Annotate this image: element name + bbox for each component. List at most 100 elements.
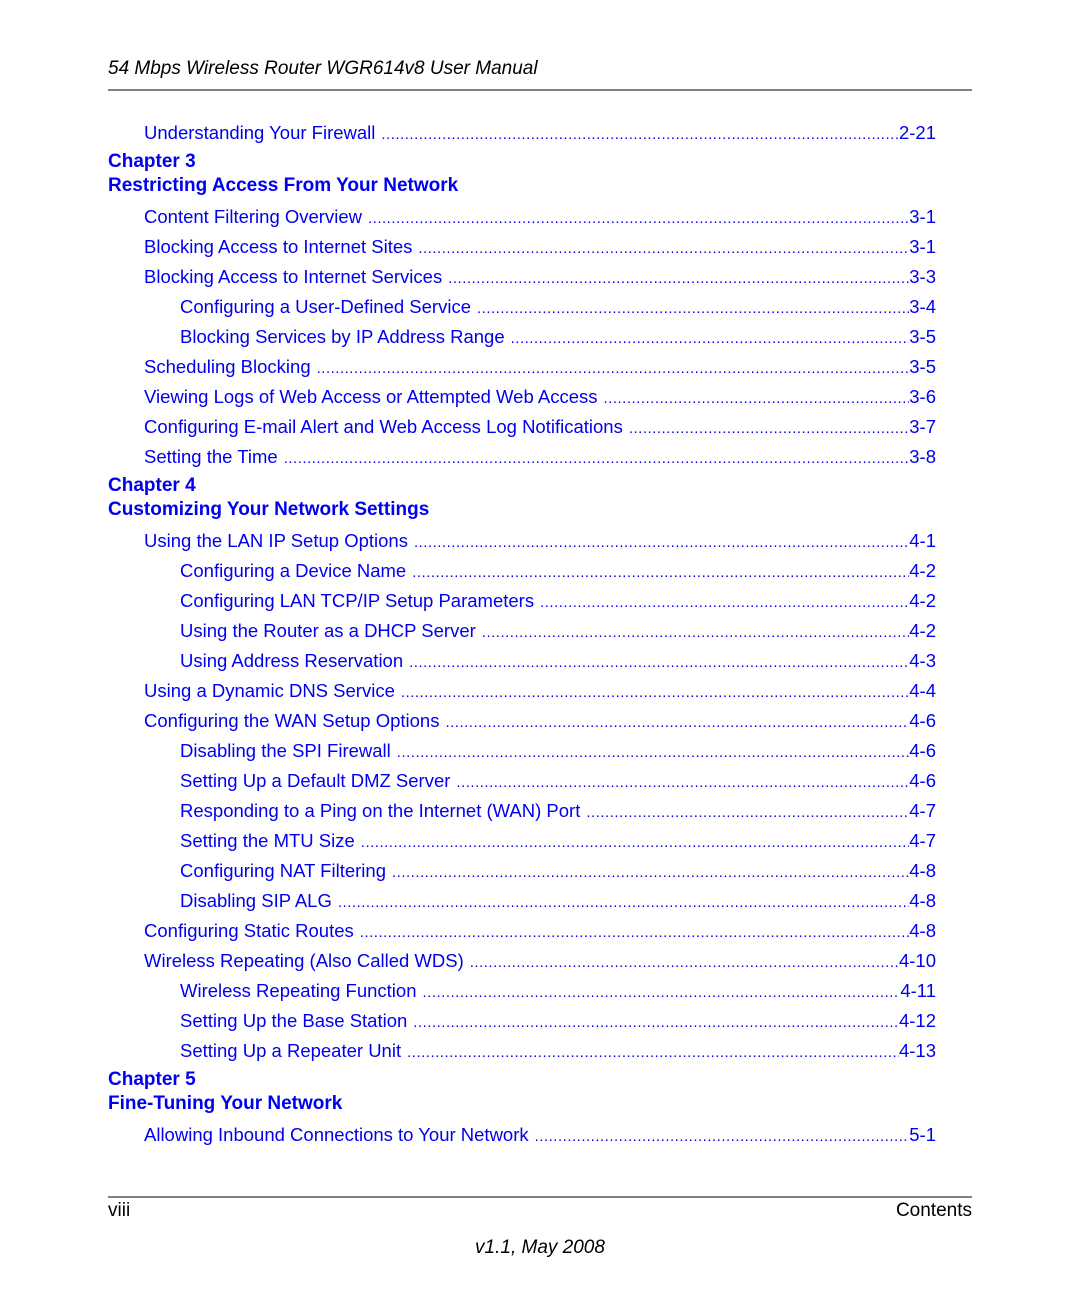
toc-entry-page[interactable]: 4-1 [909, 526, 936, 556]
toc-entry[interactable]: Scheduling Blocking 3-5 [108, 352, 936, 382]
toc-entry-page[interactable]: 2-21 [899, 118, 936, 148]
chapter-title[interactable]: Customizing Your Network Settings [108, 498, 936, 522]
toc-entry-title[interactable]: Blocking Access to Internet Services [144, 262, 448, 292]
toc-entry-page[interactable]: 4-6 [909, 706, 936, 736]
toc-entry[interactable]: Wireless Repeating (Also Called WDS) 4-10 [108, 946, 936, 976]
toc-entry-page[interactable]: 3-6 [909, 382, 936, 412]
toc-entry[interactable]: Configuring E-mail Alert and Web Access … [108, 412, 936, 442]
toc-entry-title[interactable]: Wireless Repeating (Also Called WDS) [144, 946, 470, 976]
toc-entry-page[interactable]: 4-7 [909, 796, 936, 826]
toc-entry-page[interactable]: 4-8 [909, 886, 936, 916]
toc-entry-title[interactable]: Configuring E-mail Alert and Web Access … [144, 412, 629, 442]
toc-entry-page[interactable]: 4-2 [909, 586, 936, 616]
toc-entry-page[interactable]: 4-6 [909, 736, 936, 766]
toc-entry-title[interactable]: Setting the Time [144, 442, 284, 472]
toc-entry[interactable]: Configuring LAN TCP/IP Setup Parameters 4… [108, 586, 936, 616]
toc-entry-title[interactable]: Viewing Logs of Web Access or Attempted … [144, 382, 604, 412]
toc-entry-title[interactable]: Setting Up a Default DMZ Server [180, 766, 456, 796]
chapter-heading[interactable]: Chapter 4 Customizing Your Network Settin… [108, 474, 936, 522]
toc-entry-title[interactable]: Using the LAN IP Setup Options [144, 526, 414, 556]
toc-entry[interactable]: Setting Up the Base Station 4-12 [108, 1006, 936, 1036]
toc-entry-page[interactable]: 3-5 [909, 352, 936, 382]
toc-entry[interactable]: Using a Dynamic DNS Service 4-4 [108, 676, 936, 706]
toc-entry[interactable]: Configuring NAT Filtering 4-8 [108, 856, 936, 886]
toc-entry-page[interactable]: 3-4 [909, 292, 936, 322]
toc-entry-page[interactable]: 4-8 [909, 856, 936, 886]
toc-entry-page[interactable]: 3-1 [909, 232, 936, 262]
toc-entry-title[interactable]: Blocking Access to Internet Sites [144, 232, 418, 262]
dot-leader [540, 588, 909, 618]
toc-entry-title[interactable]: Responding to a Ping on the Internet (WA… [180, 796, 586, 826]
toc-entry-title[interactable]: Configuring a Device Name [180, 556, 412, 586]
toc-entry[interactable]: Wireless Repeating Function 4-11 [108, 976, 936, 1006]
toc-entry[interactable]: Blocking Services by IP Address Range 3-5 [108, 322, 936, 352]
chapter-number[interactable]: Chapter 4 [108, 474, 936, 498]
toc-entry-title[interactable]: Understanding Your Firewall [144, 118, 381, 148]
chapter-title[interactable]: Restricting Access From Your Network [108, 174, 936, 198]
toc-entry-title[interactable]: Configuring a User-Defined Service [180, 292, 477, 322]
toc-entry-title[interactable]: Blocking Services by IP Address Range [180, 322, 511, 352]
toc-entry-title[interactable]: Using Address Reservation [180, 646, 409, 676]
chapter-heading[interactable]: Chapter 3 Restricting Access From Your Ne… [108, 150, 936, 198]
toc-entry-title[interactable]: Setting the MTU Size [180, 826, 361, 856]
dot-leader [412, 558, 909, 588]
toc-entry[interactable]: Setting the Time 3-8 [108, 442, 936, 472]
toc-entry[interactable]: Understanding Your Firewall 2-21 [108, 118, 936, 148]
toc-entry[interactable]: Configuring a Device Name 4-2 [108, 556, 936, 586]
toc-entry-page[interactable]: 4-13 [899, 1036, 936, 1066]
toc-entry-page[interactable]: 3-1 [909, 202, 936, 232]
toc-entry[interactable]: Blocking Access to Internet Sites 3-1 [108, 232, 936, 262]
toc-entry[interactable]: Configuring a User-Defined Service 3-4 [108, 292, 936, 322]
toc-entry-page[interactable]: 3-3 [909, 262, 936, 292]
toc-entry[interactable]: Setting the MTU Size 4-7 [108, 826, 936, 856]
toc-entry-page[interactable]: 4-4 [909, 676, 936, 706]
toc-entry[interactable]: Content Filtering Overview 3-1 [108, 202, 936, 232]
toc-entry[interactable]: Allowing Inbound Connections to Your Net… [108, 1120, 936, 1150]
toc-entry[interactable]: Using the LAN IP Setup Options 4-1 [108, 526, 936, 556]
toc-entry-title[interactable]: Configuring LAN TCP/IP Setup Parameters [180, 586, 540, 616]
toc-entry-page[interactable]: 4-2 [909, 616, 936, 646]
toc-entry-title[interactable]: Disabling the SPI Firewall [180, 736, 397, 766]
toc-entry-title[interactable]: Configuring the WAN Setup Options [144, 706, 445, 736]
toc-entry-page[interactable]: 3-8 [909, 442, 936, 472]
toc-entry-title[interactable]: Content Filtering Overview [144, 202, 368, 232]
toc-entry-title[interactable]: Allowing Inbound Connections to Your Net… [144, 1120, 535, 1150]
toc-entry[interactable]: Disabling the SPI Firewall 4-6 [108, 736, 936, 766]
chapter-number[interactable]: Chapter 3 [108, 150, 936, 174]
toc-entry-page[interactable]: 4-10 [899, 946, 936, 976]
toc-entry[interactable]: Disabling SIP ALG 4-8 [108, 886, 936, 916]
chapter-number[interactable]: Chapter 5 [108, 1068, 936, 1092]
toc-entry[interactable]: Viewing Logs of Web Access or Attempted … [108, 382, 936, 412]
toc-entry-title[interactable]: Wireless Repeating Function [180, 976, 423, 1006]
toc-entry-page[interactable]: 5-1 [909, 1120, 936, 1150]
toc-entry[interactable]: Responding to a Ping on the Internet (WA… [108, 796, 936, 826]
toc-entry[interactable]: Using Address Reservation 4-3 [108, 646, 936, 676]
toc-entry-page[interactable]: 4-2 [909, 556, 936, 586]
toc-entry[interactable]: Blocking Access to Internet Services 3-3 [108, 262, 936, 292]
toc-entry-page[interactable]: 3-5 [909, 322, 936, 352]
toc-entry-title[interactable]: Configuring Static Routes [144, 916, 360, 946]
toc-entry[interactable]: Setting Up a Default DMZ Server 4-6 [108, 766, 936, 796]
toc-entry-title[interactable]: Setting Up the Base Station [180, 1006, 413, 1036]
toc-entry-title[interactable]: Scheduling Blocking [144, 352, 317, 382]
toc-entry-title[interactable]: Using the Router as a DHCP Server [180, 616, 482, 646]
toc-entry-page[interactable]: 4-3 [909, 646, 936, 676]
chapter-title[interactable]: Fine-Tuning Your Network [108, 1092, 936, 1116]
toc-entry-title[interactable]: Setting Up a Repeater Unit [180, 1036, 407, 1066]
footer-version: v1.1, May 2008 [475, 1237, 605, 1258]
toc-entry-title[interactable]: Using a Dynamic DNS Service [144, 676, 401, 706]
toc-entry-page[interactable]: 4-11 [900, 976, 936, 1006]
toc-entry[interactable]: Setting Up a Repeater Unit 4-13 [108, 1036, 936, 1066]
toc-entry-page[interactable]: 4-12 [899, 1006, 936, 1036]
toc-entry[interactable]: Configuring the WAN Setup Options 4-6 [108, 706, 936, 736]
toc-entry-title[interactable]: Disabling SIP ALG [180, 886, 338, 916]
chapter-heading[interactable]: Chapter 5 Fine-Tuning Your Network [108, 1068, 936, 1116]
toc-entry-title[interactable]: Configuring NAT Filtering [180, 856, 392, 886]
toc-entry-page[interactable]: 4-7 [909, 826, 936, 856]
toc-entry-page[interactable]: 3-7 [909, 412, 936, 442]
toc-entry[interactable]: Configuring Static Routes 4-8 [108, 916, 936, 946]
toc-entry[interactable]: Using the Router as a DHCP Server 4-2 [108, 616, 936, 646]
dot-leader [397, 738, 909, 768]
toc-entry-page[interactable]: 4-6 [909, 766, 936, 796]
toc-entry-page[interactable]: 4-8 [909, 916, 936, 946]
